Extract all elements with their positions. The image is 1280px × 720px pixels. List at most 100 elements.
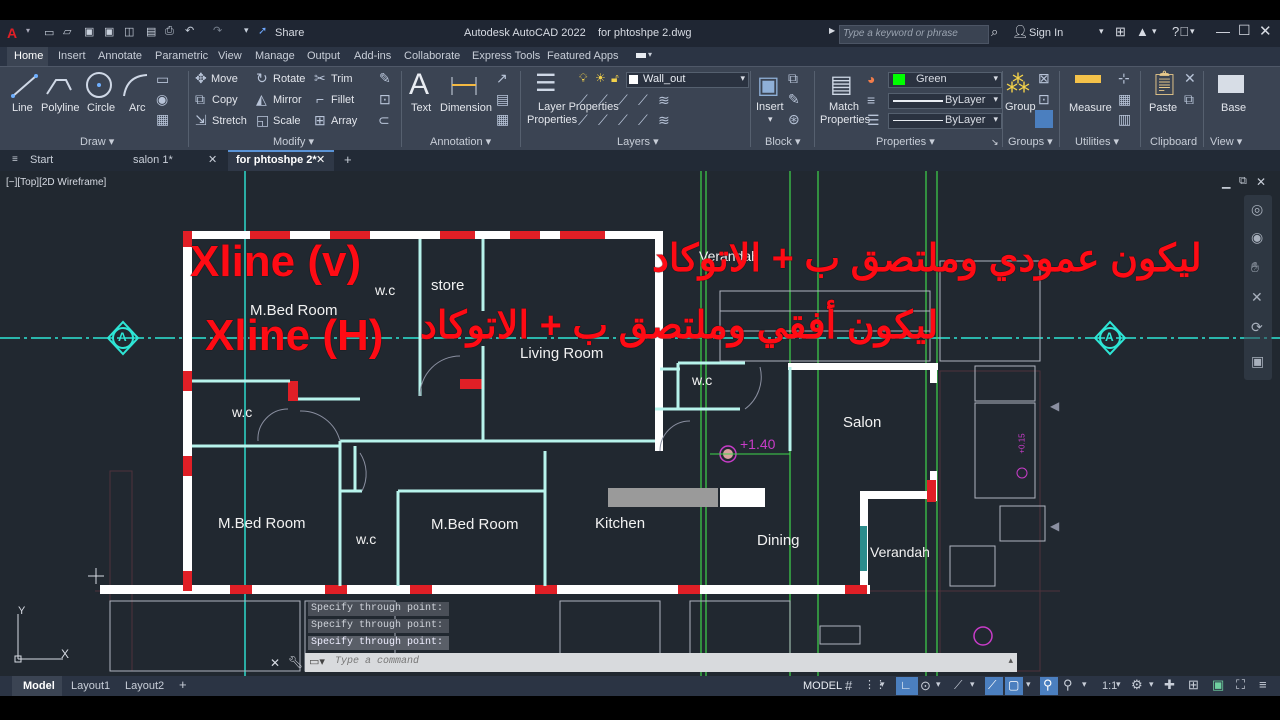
sign-in-button[interactable]: Sign In — [1029, 27, 1063, 39]
orbit-icon[interactable]: ⟳ — [1251, 319, 1263, 336]
leader-icon[interactable]: ↗ — [496, 70, 508, 87]
redo-icon[interactable]: ↷ — [213, 24, 222, 37]
color-wheel-icon[interactable]: ◕ — [867, 71, 875, 87]
clean-screen-icon[interactable]: ⛶ — [1236, 677, 1245, 693]
layer-tool-2-icon[interactable]: ⟋ — [598, 92, 608, 109]
user-icon[interactable]: 👤︎ — [1012, 24, 1029, 40]
new-file-icon[interactable]: ▭ — [44, 26, 54, 39]
drawing-viewport[interactable]: [−][Top][2D Wireframe] ▁ ⧉ ✕ M.Bed Room … — [0, 171, 1280, 676]
fillet-button[interactable]: Fillet — [331, 94, 354, 106]
layer-on-icon[interactable]: 💡︎ — [579, 71, 587, 86]
command-recent-icon[interactable]: ▭▾ — [309, 655, 325, 668]
layout-tab-layout1[interactable]: Layout1 — [71, 680, 110, 692]
command-input[interactable]: ▭▾ Type a command ▴ — [305, 653, 1017, 672]
select-all-icon[interactable]: ▦ — [1118, 91, 1131, 108]
arc-button[interactable]: Arc — [129, 102, 146, 114]
panel-annotation-label[interactable]: Annotation ▾ — [430, 135, 491, 148]
pan-icon[interactable]: ✋︎ — [1251, 259, 1259, 276]
polar-chevron-icon[interactable]: ▾ — [936, 679, 941, 690]
app-menu-chevron-icon[interactable]: ▾ — [26, 26, 30, 35]
paste-button[interactable]: Paste — [1149, 102, 1177, 114]
maximize-icon[interactable]: ☐ — [1238, 22, 1251, 39]
attribute-icon[interactable]: ⊛ — [788, 111, 800, 128]
panel-draw-label[interactable]: Draw ▾ — [80, 135, 114, 148]
tab-parametric[interactable]: Parametric — [155, 50, 208, 62]
tab-add-ins[interactable]: Add-ins — [354, 50, 391, 62]
ungroup-icon[interactable]: ⊠ — [1038, 70, 1050, 87]
file-tab-menu-icon[interactable]: ≡ — [12, 154, 18, 165]
search-input[interactable]: Type a keyword or phrase — [839, 25, 989, 44]
autocad-logo-icon[interactable]: A — [7, 25, 17, 41]
layer-tool-4-icon[interactable]: ⟋ — [638, 92, 648, 109]
panel-block-label[interactable]: Block ▾ — [765, 135, 800, 148]
table-icon[interactable]: ▤ — [496, 91, 509, 108]
panel-view-label[interactable]: View ▾ — [1210, 135, 1242, 148]
web-icon[interactable]: ◫ — [124, 25, 134, 38]
polar-icon[interactable]: ⊙ — [920, 678, 931, 694]
search-icon[interactable]: ⌕ — [991, 24, 998, 40]
rectangle-icon[interactable]: ▭ — [156, 71, 169, 88]
file-tab-salon[interactable]: salon 1* — [133, 154, 173, 166]
plot-icon[interactable]: ⎙ — [165, 25, 174, 38]
layout-tab-layout2[interactable]: Layout2 — [125, 680, 164, 692]
tab-featured-apps[interactable]: Featured Apps — [547, 50, 619, 62]
edit-block-icon[interactable]: ✎ — [788, 91, 800, 108]
share-button[interactable]: Share — [275, 27, 304, 39]
cart-icon[interactable]: ⊞ — [1115, 24, 1126, 40]
dimension-button[interactable]: Dimension — [440, 102, 492, 114]
explode-icon[interactable]: ⊡ — [379, 91, 391, 108]
new-tab-icon[interactable]: + — [344, 152, 352, 167]
autodesk-app-icon[interactable]: ▲ — [1136, 24, 1149, 39]
steering-wheel-icon[interactable]: ◉ — [1251, 229, 1263, 246]
layer-tool-10-icon[interactable]: ≋ — [658, 112, 670, 129]
insert-chevron-icon[interactable]: ▾ — [768, 114, 773, 125]
grid-icon[interactable]: # — [845, 678, 852, 693]
file-tab-start[interactable]: Start — [30, 154, 53, 166]
layer-lock-icon[interactable]: 🔓︎ — [611, 71, 619, 86]
tab-annotate[interactable]: Annotate — [98, 50, 142, 62]
panel-modify-label[interactable]: Modify ▾ — [273, 135, 314, 148]
layout-tab-model[interactable]: Model — [23, 680, 55, 692]
tab-collaborate[interactable]: Collaborate — [404, 50, 460, 62]
isodraft-chevron-icon[interactable]: ▾ — [970, 679, 975, 690]
command-scroll-icon[interactable]: ▴ — [1008, 655, 1013, 666]
showmotion-icon[interactable]: ▣ — [1251, 353, 1264, 370]
move-button[interactable]: Move — [211, 73, 238, 85]
layer-tool-9-icon[interactable]: ⟋ — [638, 112, 648, 129]
close-icon[interactable]: ✕ — [1259, 22, 1272, 40]
panel-clipboard-label[interactable]: Clipboard — [1150, 136, 1197, 148]
scale-button[interactable]: Scale — [273, 115, 301, 127]
color-dropdown[interactable]: Green ▾ — [888, 72, 1002, 88]
layer-tool-8-icon[interactable]: ⟋ — [618, 112, 628, 129]
workspace-chevron-icon[interactable]: ▾ — [1149, 679, 1154, 690]
snap-chevron-icon[interactable]: ▾ — [880, 679, 885, 690]
tab-view[interactable]: View — [218, 50, 242, 62]
autoscale-chevron-icon[interactable]: ▾ — [1082, 679, 1087, 690]
file-tab-close-icon[interactable]: ✕ — [208, 153, 217, 166]
undo-icon[interactable]: ↶ — [185, 24, 194, 37]
isolate-icon[interactable]: ▣ — [1212, 677, 1224, 693]
sign-in-chevron-icon[interactable]: ▾ — [1099, 26, 1104, 37]
help-chevron-icon[interactable]: ▾ — [1190, 26, 1195, 37]
ribbon-minimize-icon[interactable] — [636, 53, 646, 58]
group-edit-icon[interactable]: ⊡ — [1038, 91, 1050, 108]
tab-home[interactable]: Home — [14, 50, 43, 62]
open-web-icon[interactable]: ▤ — [146, 25, 156, 38]
search-expand-icon[interactable]: ▶ — [829, 26, 835, 35]
layer-tool-7-icon[interactable]: ⟋ — [598, 112, 608, 129]
cut-icon[interactable]: ✕ — [1184, 70, 1196, 87]
customization-icon[interactable]: ≡ — [1259, 677, 1267, 692]
annotation-monitor-icon[interactable]: ✚ — [1164, 677, 1175, 693]
workspace-gear-icon[interactable]: ⚙ — [1131, 677, 1143, 693]
layer-tool-3-icon[interactable]: ⟋ — [618, 92, 628, 109]
trim-button[interactable]: Trim — [331, 73, 353, 85]
tab-insert[interactable]: Insert — [58, 50, 86, 62]
command-customize-icon[interactable]: 🔧︎ — [288, 655, 303, 669]
polyline-button[interactable]: Polyline — [41, 102, 80, 114]
minimize-icon[interactable]: — — [1216, 23, 1230, 39]
panel-layers-label[interactable]: Layers ▾ — [617, 135, 659, 148]
save-icon[interactable]: ▣ — [84, 25, 94, 38]
lineweight-icon[interactable]: ≡ — [867, 92, 875, 108]
share-icon[interactable]: ➚ — [258, 24, 267, 37]
panel-groups-label[interactable]: Groups ▾ — [1008, 135, 1053, 148]
